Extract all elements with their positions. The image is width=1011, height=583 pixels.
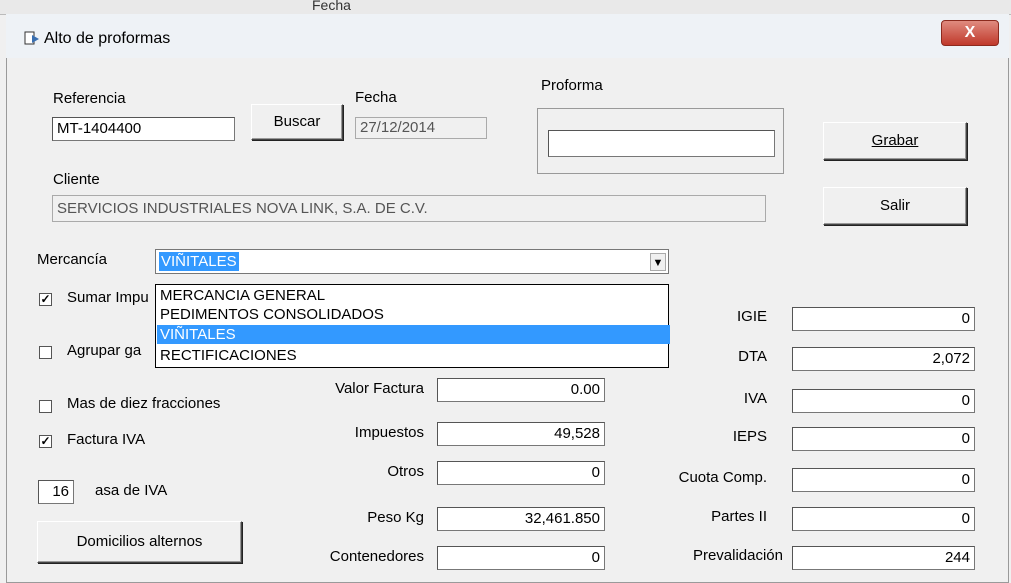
impuestos-input[interactable]: 49,528	[437, 422, 605, 446]
tasa-iva-label: asa de IVA	[95, 482, 168, 499]
referencia-input[interactable]: MT-1404400	[52, 117, 235, 141]
fecha-label: Fecha	[355, 89, 397, 106]
fecha-input[interactable]: 27/12/2014	[355, 117, 487, 139]
close-button[interactable]: X	[941, 20, 999, 46]
igie-label: IGIE	[736, 308, 767, 325]
contenedores-label: Contenedores	[329, 548, 424, 565]
dta-label: DTA	[738, 348, 767, 365]
partes-ii-label: Partes II	[711, 508, 767, 525]
agrupar-checkbox[interactable]	[39, 346, 52, 359]
grabar-button[interactable]: Grabar	[823, 122, 967, 160]
cliente-label: Cliente	[53, 171, 100, 188]
agrupar-label: Agrupar ga	[67, 342, 142, 359]
mercancia-selected-value: VIÑITALES	[159, 252, 239, 271]
window-title: Alto de proformas	[44, 30, 171, 47]
chevron-down-icon[interactable]: ▼	[650, 253, 666, 271]
dta-input[interactable]: 2,072	[792, 347, 975, 371]
partes-ii-input[interactable]: 0	[792, 507, 975, 531]
dropdown-option-selected[interactable]: VIÑITALES	[157, 325, 670, 344]
dropdown-option-mercancia-general[interactable]: MERCANCIA GENERAL	[160, 286, 666, 305]
background-window	[0, 0, 1011, 15]
otros-input[interactable]: 0	[437, 461, 605, 485]
proforma-input[interactable]	[548, 130, 775, 157]
mas-diez-fracciones-label: Mas de diez fracciones	[67, 395, 221, 412]
cuota-comp-input[interactable]: 0	[792, 468, 975, 492]
mercancia-label: Mercancía	[37, 251, 108, 268]
sumar-impuestos-checkbox[interactable]: ✓	[39, 293, 52, 306]
dropdown-option-pedimentos-consolidados[interactable]: PEDIMENTOS CONSOLIDADOS	[160, 305, 666, 324]
salir-button[interactable]: Salir	[823, 187, 967, 225]
valor-factura-label: Valor Factura	[335, 380, 424, 397]
referencia-label: Referencia	[53, 90, 126, 107]
peso-kg-input[interactable]: 32,461.850	[437, 507, 605, 531]
cliente-input[interactable]: SERVICIOS INDUSTRIALES NOVA LINK, S.A. D…	[52, 195, 766, 222]
sumar-impuestos-label: Sumar Impu	[67, 289, 149, 306]
iva-input[interactable]: 0	[792, 389, 975, 413]
buscar-button[interactable]: Buscar	[251, 104, 343, 140]
factura-iva-label: Factura IVA	[67, 431, 146, 448]
mercancia-dropdown-list: MERCANCIA GENERAL PEDIMENTOS CONSOLIDADO…	[155, 284, 670, 368]
proforma-label: Proforma	[541, 77, 603, 94]
ieps-label: IEPS	[732, 428, 767, 445]
mas-diez-fracciones-checkbox[interactable]	[39, 400, 52, 413]
iva-label: IVA	[743, 390, 767, 407]
impuestos-label: Impuestos	[354, 424, 424, 441]
contenedores-input[interactable]: 0	[437, 546, 605, 570]
dropdown-option-rectificaciones[interactable]: RECTIFICACIONES	[160, 346, 666, 365]
app-icon	[24, 31, 39, 45]
tasa-iva-input[interactable]: 16	[38, 480, 74, 504]
peso-kg-label: Peso Kg	[367, 509, 424, 526]
ieps-input[interactable]: 0	[792, 427, 975, 451]
prevalidacion-label: Prevalidación	[692, 547, 783, 564]
domicilios-alternos-button[interactable]: Domicilios alternos	[37, 521, 242, 563]
valor-factura-input[interactable]: 0.00	[437, 378, 605, 402]
otros-label: Otros	[387, 463, 424, 480]
factura-iva-checkbox[interactable]: ✓	[39, 435, 52, 448]
cuota-comp-label: Cuota Comp.	[678, 469, 767, 486]
igie-input[interactable]: 0	[792, 307, 975, 331]
prevalidacion-input[interactable]: 244	[792, 546, 975, 570]
background-fecha-text: Fecha	[312, 0, 351, 13]
